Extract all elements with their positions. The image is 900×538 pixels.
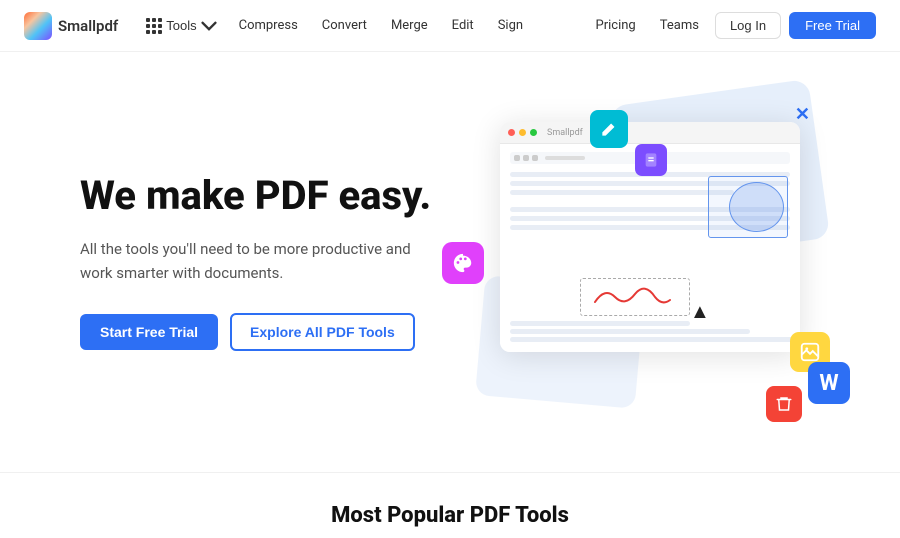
cursor-icon: ▲ — [690, 299, 710, 324]
nav-convert[interactable]: Convert — [312, 14, 377, 37]
logo[interactable]: Smallpdf — [24, 12, 118, 40]
signature-area — [580, 278, 690, 316]
nav-edit[interactable]: Edit — [442, 14, 484, 37]
deco-cross-1: ✕ — [795, 104, 810, 125]
hero-section: We make PDF easy. All the tools you'll n… — [0, 52, 900, 472]
float-icon-edit — [590, 110, 628, 148]
nav-compress[interactable]: Compress — [229, 14, 308, 37]
teams-link[interactable]: Teams — [652, 14, 707, 37]
browser-bar: Smallpdf — [500, 122, 800, 144]
hero-subtitle: All the tools you'll need to be more pro… — [80, 237, 420, 285]
tools-label: Tools — [166, 18, 196, 33]
doc-line-7 — [510, 321, 690, 326]
doc-line-3 — [510, 190, 734, 195]
tools-menu-button[interactable]: Tools — [138, 14, 224, 38]
most-popular-section: Most Popular PDF Tools — [0, 472, 900, 538]
dot-green — [530, 129, 537, 136]
dot-yellow — [519, 129, 526, 136]
nav-links: Compress Convert Merge Edit Sign — [229, 14, 588, 37]
free-trial-button[interactable]: Free Trial — [789, 12, 876, 39]
hero-illustration: + ✕ ✕ ○ W Smallpdf — [460, 92, 840, 432]
float-icon-delete — [766, 386, 802, 422]
start-free-trial-button[interactable]: Start Free Trial — [80, 314, 218, 350]
navbar: Smallpdf Tools Compress Convert Merge Ed… — [0, 0, 900, 52]
most-popular-title: Most Popular PDF Tools — [0, 503, 900, 528]
nav-sign[interactable]: Sign — [488, 14, 533, 37]
signature-svg — [590, 282, 680, 312]
doc-line-8 — [510, 329, 750, 334]
pricing-link[interactable]: Pricing — [588, 14, 644, 37]
selection-box — [708, 176, 788, 238]
float-icon-pdf — [635, 144, 667, 176]
doc-line-9 — [510, 337, 800, 342]
explore-tools-button[interactable]: Explore All PDF Tools — [230, 313, 415, 351]
hero-content: We make PDF easy. All the tools you'll n… — [80, 173, 460, 351]
grid-icon — [146, 18, 162, 34]
float-icon-design — [442, 242, 484, 284]
logo-icon — [24, 12, 52, 40]
login-button[interactable]: Log In — [715, 12, 781, 39]
dot-red — [508, 129, 515, 136]
nav-right: Pricing Teams Log In Free Trial — [588, 12, 876, 39]
browser-title: Smallpdf — [547, 128, 583, 138]
chevron-down-icon — [201, 18, 217, 34]
float-icon-word: W — [808, 362, 850, 404]
hero-buttons: Start Free Trial Explore All PDF Tools — [80, 313, 460, 351]
nav-merge[interactable]: Merge — [381, 14, 438, 37]
logo-text: Smallpdf — [58, 17, 118, 35]
hero-title: We make PDF easy. — [80, 173, 460, 219]
